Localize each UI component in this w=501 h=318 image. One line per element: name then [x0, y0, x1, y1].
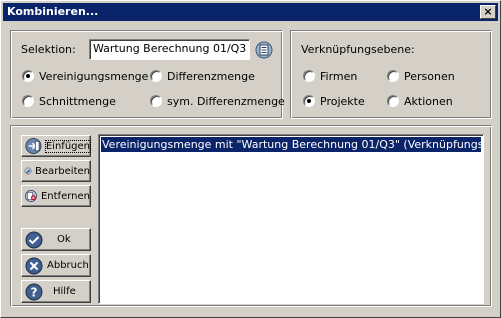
close-icon: × — [483, 5, 493, 18]
label-vereinigungsmenge: Vereinigungsmenge — [39, 70, 149, 83]
ok-label: Ok — [57, 234, 71, 245]
hilfe-button[interactable]: ? Hilfe — [21, 280, 91, 303]
radio-personen[interactable] — [387, 70, 399, 82]
close-button[interactable]: × — [480, 5, 496, 19]
hilfe-label: Hilfe — [53, 286, 76, 297]
list-lookup-icon — [255, 41, 273, 59]
label-personen: Personen — [404, 70, 455, 83]
list-item[interactable]: Vereinigungsmenge mit "Wartung Berechnun… — [101, 137, 481, 152]
entfernen-button[interactable]: Entfernen — [21, 185, 91, 207]
radio-aktionen[interactable] — [387, 95, 399, 107]
checkmark-icon — [25, 231, 43, 248]
radio-differenzmenge[interactable] — [150, 70, 162, 82]
window-title: Kombinieren... — [7, 5, 99, 18]
radio-vereinigungsmenge[interactable] — [22, 70, 34, 82]
title-bar[interactable]: Kombinieren... × — [3, 3, 498, 21]
radio-sym-differenzmenge[interactable] — [150, 95, 162, 107]
insert-icon — [25, 137, 42, 155]
bearbeiten-label: Bearbeiten — [35, 165, 90, 177]
remove-icon — [25, 190, 37, 202]
selektion-label: Selektion: — [21, 43, 76, 56]
label-firmen: Firmen — [320, 70, 358, 83]
label-projekte: Projekte — [320, 95, 365, 108]
label-sym-differenzmenge: sym. Differenzmenge — [167, 95, 285, 108]
label-schnittmenge: Schnittmenge — [39, 95, 116, 108]
label-differenzmenge: Differenzmenge — [167, 70, 255, 83]
radio-schnittmenge[interactable] — [22, 95, 34, 107]
abbruch-label: Abbruch — [47, 260, 89, 271]
link-level-group: Verknüpfungsebene: Firmen Personen Proje… — [290, 30, 492, 119]
label-aktionen: Aktionen — [404, 95, 453, 108]
help-question-icon: ? — [25, 283, 43, 300]
einfuegen-button[interactable]: Einfügen — [21, 135, 92, 157]
svg-text:?: ? — [31, 285, 38, 299]
dialog-window: Kombinieren... × Selektion: Wartung Bere… — [0, 0, 501, 318]
radio-projekte[interactable] — [303, 95, 315, 107]
selektion-lookup-button[interactable] — [255, 41, 273, 59]
radio-firmen[interactable] — [303, 70, 315, 82]
edit-icon — [24, 167, 32, 175]
abbruch-button[interactable]: Abbruch — [21, 254, 91, 277]
cancel-x-icon — [25, 257, 43, 274]
combination-list[interactable]: Vereinigungsmenge mit "Wartung Berechnun… — [98, 134, 484, 304]
entfernen-label: Entfernen — [40, 190, 90, 202]
bearbeiten-button[interactable]: Bearbeiten — [21, 160, 91, 182]
selektion-input[interactable]: Wartung Berechnung 01/Q3 — [89, 39, 250, 60]
combination-group: Einfügen Bearbeiten Entfernen Ok Abbruch… — [10, 125, 492, 307]
selection-group: Selektion: Wartung Berechnung 01/Q3 Vere… — [10, 30, 285, 119]
einfuegen-label: Einfügen — [44, 139, 92, 153]
link-level-title: Verknüpfungsebene: — [301, 43, 415, 56]
ok-button[interactable]: Ok — [21, 228, 91, 251]
